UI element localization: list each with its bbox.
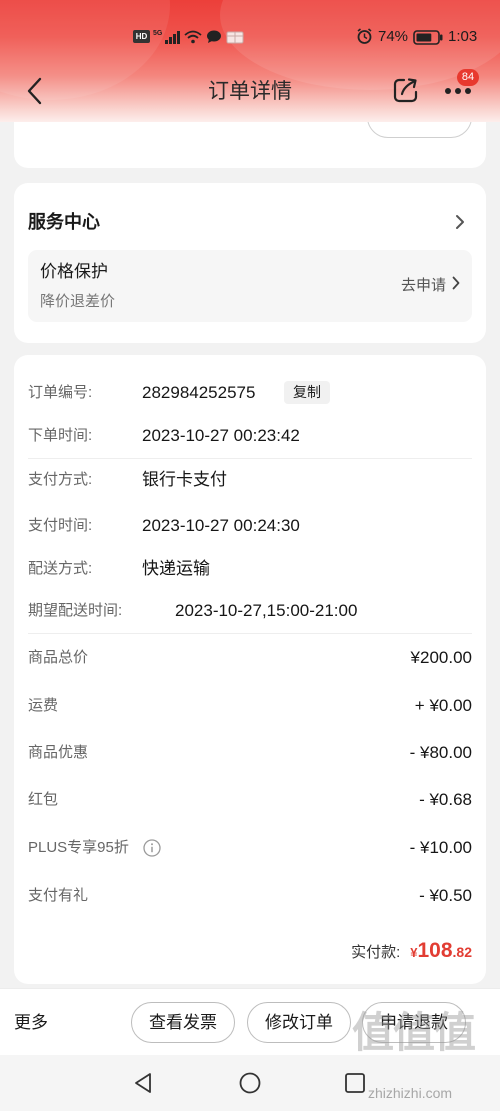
chevron-right-icon[interactable] bbox=[455, 214, 465, 235]
red-packet-amount: - ¥0.68 bbox=[419, 790, 472, 809]
service-center-title: 服务中心 bbox=[28, 212, 100, 232]
payment-gift-label: 支付有礼 bbox=[28, 887, 89, 904]
total-integer: 108 bbox=[417, 939, 453, 962]
view-invoice-button[interactable]: 查看发票 bbox=[131, 1002, 235, 1043]
wifi-icon bbox=[184, 30, 202, 49]
order-info-card: 订单编号: 282984252575 复制 下单时间: 2023-10-27 0… bbox=[14, 355, 486, 984]
price-row-plus: PLUS专享95折 - ¥10.00 bbox=[28, 836, 472, 860]
order-time-row: 下单时间: 2023-10-27 00:23:42 bbox=[28, 424, 472, 448]
payment-time-row: 支付时间: 2023-10-27 00:24:30 bbox=[28, 514, 472, 538]
shipping-amount: + ¥0.00 bbox=[414, 696, 472, 715]
payment-gift-amount: - ¥0.50 bbox=[419, 886, 472, 905]
chat-icon bbox=[206, 30, 222, 49]
price-row-discount: 商品优惠 - ¥80.00 bbox=[28, 741, 472, 765]
more-button[interactable]: 更多 bbox=[14, 1011, 48, 1035]
expected-delivery-label: 期望配送时间: bbox=[28, 602, 123, 619]
package-icon bbox=[226, 30, 244, 49]
system-navigation-bar bbox=[0, 1055, 500, 1111]
service-center-card: 服务中心 价格保护 降价退差价 去申请 bbox=[14, 183, 486, 343]
copy-order-number-button[interactable]: 复制 bbox=[284, 381, 330, 404]
total-decimal: .82 bbox=[452, 944, 472, 960]
apply-price-protection-button[interactable]: 去申请 bbox=[401, 274, 460, 298]
total-paid-label: 实付款: bbox=[351, 944, 401, 961]
shipping-label: 运费 bbox=[28, 697, 59, 714]
chevron-right-icon bbox=[452, 274, 460, 298]
nav-back-icon[interactable] bbox=[132, 1072, 154, 1099]
delivery-method-row: 配送方式: 快递运输 bbox=[28, 557, 472, 581]
total-paid-row: 实付款: ¥108.82 bbox=[28, 939, 472, 967]
payment-time-value: 2023-10-27 00:24:30 bbox=[142, 516, 300, 535]
battery-icon bbox=[413, 30, 443, 50]
price-row-payment-gift: 支付有礼 - ¥0.50 bbox=[28, 884, 472, 908]
payment-method-row: 支付方式: 银行卡支付 bbox=[28, 468, 472, 492]
price-row-red-packet: 红包 - ¥0.68 bbox=[28, 788, 472, 812]
more-icon[interactable] bbox=[444, 84, 474, 102]
network-type-text: 5G bbox=[153, 30, 163, 37]
payment-time-label: 支付时间: bbox=[28, 517, 93, 534]
order-number-value: 282984252575 bbox=[142, 383, 256, 402]
message-count-badge: 84 bbox=[457, 69, 479, 86]
clock-time: 1:03 bbox=[448, 28, 478, 45]
price-row-subtotal: 商品总价 ¥200.00 bbox=[28, 646, 472, 670]
modify-order-button[interactable]: 修改订单 bbox=[247, 1002, 351, 1043]
watermark-site: zhizhizhi.com bbox=[368, 1085, 453, 1101]
info-icon[interactable] bbox=[143, 839, 161, 865]
battery-percent: 74% bbox=[378, 28, 409, 45]
watermark-logo: 值值值 bbox=[352, 1009, 476, 1056]
price-protection-subtitle: 降价退差价 bbox=[40, 293, 116, 310]
expected-delivery-row: 期望配送时间: 2023-10-27,15:00-21:00 bbox=[28, 599, 472, 623]
page-title: 订单详情 bbox=[208, 80, 292, 103]
hd-badge: HD bbox=[133, 30, 150, 43]
order-time-value: 2023-10-27 00:23:42 bbox=[142, 426, 300, 445]
nav-recents-icon[interactable] bbox=[344, 1072, 366, 1099]
price-protection-box[interactable]: 价格保护 降价退差价 去申请 bbox=[28, 250, 472, 322]
subtotal-label: 商品总价 bbox=[28, 649, 89, 666]
header: HD 5G 74% 1:03 订单详情 84 bbox=[0, 0, 500, 122]
apply-label: 去申请 bbox=[400, 277, 446, 294]
nav-home-icon[interactable] bbox=[239, 1072, 261, 1099]
total-paid-amount: ¥108.82 bbox=[410, 939, 472, 963]
payment-method-value: 银行卡支付 bbox=[142, 470, 227, 489]
alarm-icon bbox=[356, 28, 373, 50]
delivery-method-label: 配送方式: bbox=[28, 560, 93, 577]
payment-method-label: 支付方式: bbox=[28, 471, 93, 488]
order-number-row: 订单编号: 282984252575 复制 bbox=[28, 381, 472, 405]
subtotal-amount: ¥200.00 bbox=[410, 648, 472, 667]
discount-label: 商品优惠 bbox=[28, 744, 89, 761]
price-protection-title: 价格保护 bbox=[40, 262, 108, 281]
delivery-method-value: 快递运输 bbox=[142, 559, 210, 578]
share-icon[interactable] bbox=[392, 77, 419, 109]
plus-discount-amount: - ¥10.00 bbox=[409, 838, 472, 857]
signal-icon: 5G bbox=[153, 28, 183, 50]
order-time-label: 下单时间: bbox=[28, 427, 93, 444]
plus-discount-label: PLUS专享95折 bbox=[28, 839, 129, 856]
red-packet-label: 红包 bbox=[28, 791, 59, 808]
divider bbox=[28, 458, 472, 459]
order-number-label: 订单编号: bbox=[28, 384, 93, 401]
expected-delivery-value: 2023-10-27,15:00-21:00 bbox=[175, 601, 358, 620]
discount-amount: - ¥80.00 bbox=[409, 743, 472, 762]
price-row-shipping: 运费 + ¥0.00 bbox=[28, 694, 472, 718]
divider bbox=[28, 633, 472, 634]
